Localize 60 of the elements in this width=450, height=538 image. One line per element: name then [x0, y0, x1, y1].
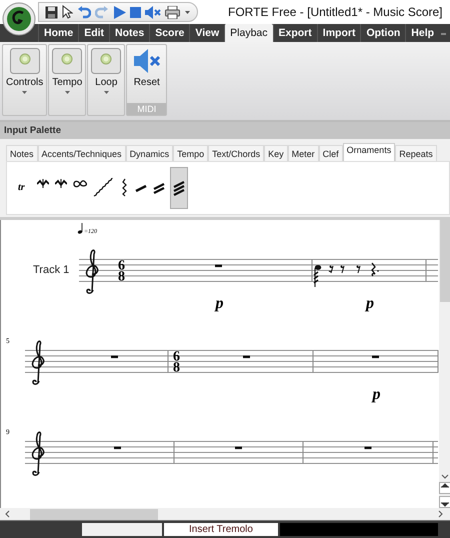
quarter-note-icon [78, 222, 82, 234]
whole-rest-icon [372, 356, 379, 358]
print-icon[interactable] [165, 6, 180, 18]
palette-tab[interactable]: Clef [318, 144, 343, 161]
ribbon-button[interactable]: Reset [127, 45, 166, 103]
speaker-mute-icon[interactable] [132, 48, 162, 74]
palette-tab[interactable]: Accents/Techniques [38, 144, 126, 161]
palette-tab[interactable]: Ornaments [342, 142, 396, 161]
treble-clef-icon [32, 432, 44, 476]
horizontal-scrollbar[interactable] [0, 508, 450, 520]
window-title: FORTE Free - [Untitled1* - Music Score] [228, 5, 442, 19]
scroll-thumb[interactable] [30, 508, 158, 520]
pointer-icon[interactable] [62, 5, 73, 19]
save-icon[interactable] [45, 6, 58, 18]
arpeggio-icon[interactable] [120, 178, 129, 198]
notes-drawing [313, 262, 379, 288]
caret-icon[interactable] [22, 91, 28, 94]
palette-tab[interactable]: Tempo [173, 144, 208, 161]
undo-icon[interactable] [77, 6, 91, 18]
whole-rest-icon [364, 446, 372, 450]
palette-tab[interactable]: Text/Chords [208, 144, 264, 161]
palette-tab[interactable]: Meter [288, 144, 319, 161]
glissando-icon[interactable] [92, 178, 115, 198]
ribbon-button[interactable]: Loop [88, 45, 124, 115]
whole-rest-icon [215, 264, 222, 268]
ribbon-button[interactable]: Controls [3, 45, 46, 115]
status-message: Insert Tremolo [164, 523, 278, 536]
caret-icon[interactable] [184, 10, 191, 14]
whole-rest-icon [114, 446, 121, 450]
trill-symbol[interactable]: tr [18, 182, 25, 194]
selected-symbol-button[interactable] [170, 166, 188, 209]
scroll-right-icon[interactable] [438, 510, 444, 518]
whole-rest-icon [243, 356, 250, 358]
whole-rest-icon [111, 356, 118, 358]
scroll-thumb[interactable] [440, 220, 450, 302]
palette-tab[interactable]: Dynamics [126, 144, 174, 161]
scroll-down-icon[interactable] [440, 474, 448, 480]
treble-clef-icon [32, 340, 44, 386]
track-label: Track 1 [33, 264, 70, 276]
vertical-scrollbar[interactable] [439, 220, 450, 508]
dynamic-marking: p [366, 295, 374, 312]
treble-clef-icon [86, 250, 98, 294]
ribbon-tab[interactable]: Playbac [224, 24, 273, 42]
panel-title: Input Palette [0, 122, 450, 139]
play-icon[interactable] [113, 6, 126, 18]
palette-tab[interactable]: Notes [6, 144, 38, 161]
previous-page-icon[interactable] [438, 482, 450, 494]
dynamic-marking: p [372, 386, 380, 404]
palette-tab[interactable]: Key [264, 144, 288, 161]
stop-icon[interactable] [130, 6, 141, 18]
ribbon-button[interactable]: Tempo [49, 45, 86, 115]
scroll-left-icon[interactable] [4, 510, 10, 518]
next-page-icon[interactable] [438, 496, 450, 508]
group-label: MIDI [127, 103, 166, 115]
dynamic-marking: p [216, 295, 224, 312]
mute-icon[interactable] [145, 6, 161, 18]
whole-rest-icon [235, 446, 242, 450]
caret-icon[interactable] [104, 91, 109, 94]
palette-tab[interactable]: Repeats [395, 144, 437, 161]
caret-icon[interactable] [64, 91, 70, 94]
